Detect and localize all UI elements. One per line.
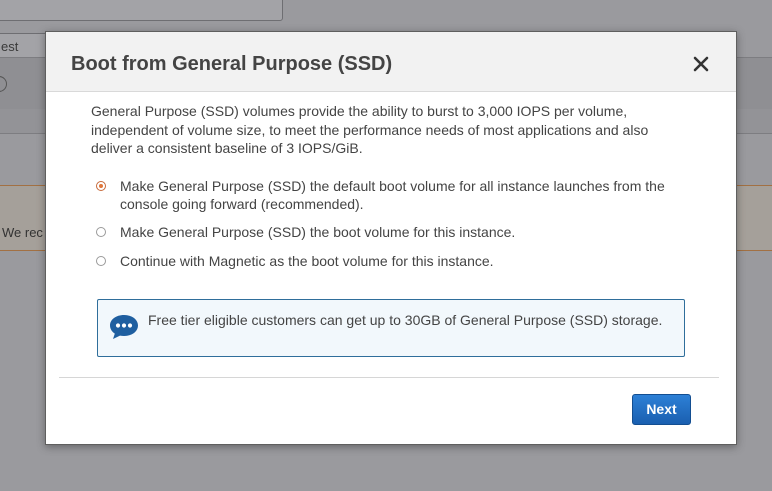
close-button[interactable] xyxy=(690,53,712,75)
chat-bubble-icon xyxy=(109,314,139,345)
background-warning-text: We rec xyxy=(2,225,43,240)
radio-ssd-this-instance[interactable] xyxy=(96,227,106,237)
background-tab-label: est xyxy=(1,39,19,54)
background-tab: est xyxy=(0,33,48,57)
notice-text: Free tier eligible customers can get up … xyxy=(148,312,663,328)
background-text-input xyxy=(0,0,283,21)
dialog-title: Boot from General Purpose (SSD) xyxy=(71,53,393,75)
radio-default-ssd[interactable] xyxy=(96,181,106,191)
option-label: Make General Purpose (SSD) the default b… xyxy=(120,178,665,212)
boot-volume-dialog: Boot from General Purpose (SSD) General … xyxy=(45,31,737,445)
option-label: Make General Purpose (SSD) the boot volu… xyxy=(120,224,516,240)
radio-magnetic[interactable] xyxy=(96,256,106,266)
dialog-header: Boot from General Purpose (SSD) xyxy=(46,32,736,92)
free-tier-notice: Free tier eligible customers can get up … xyxy=(97,299,685,357)
dialog-intro-text: General Purpose (SSD) volumes provide th… xyxy=(91,103,649,156)
close-icon xyxy=(693,56,709,72)
next-button[interactable]: Next xyxy=(632,394,691,425)
option-label: Continue with Magnetic as the boot volum… xyxy=(120,253,494,269)
footer-divider xyxy=(59,377,719,378)
